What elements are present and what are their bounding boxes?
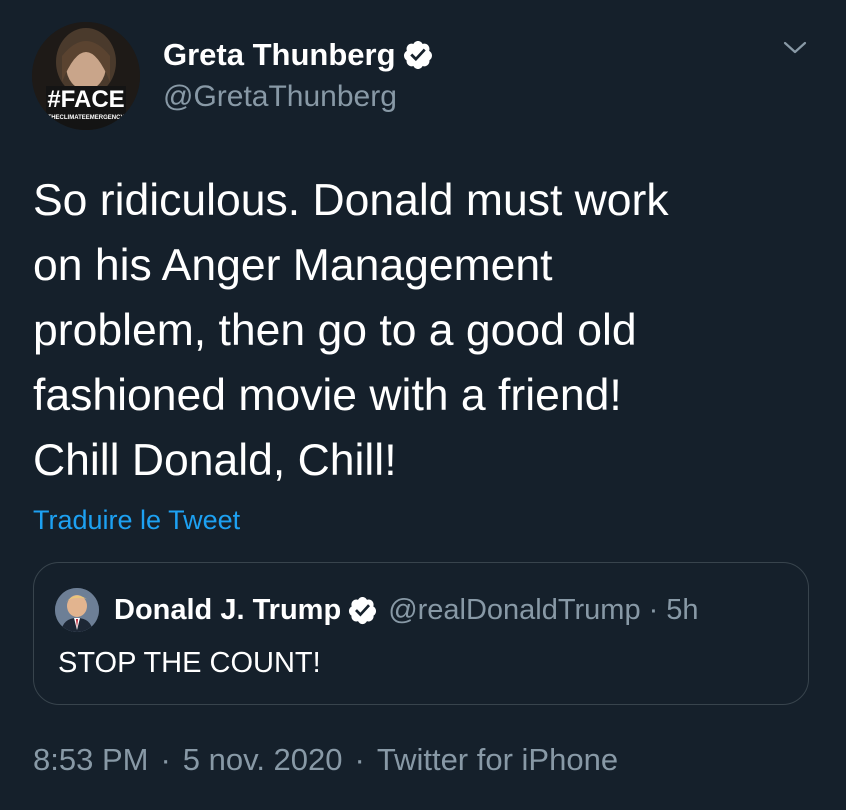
quoted-author-avatar[interactable] [55, 588, 99, 632]
quoted-header: Donald J. Trump @realDonaldTrump · 5h [114, 590, 699, 630]
verified-badge-icon [403, 41, 432, 69]
tweet-text-line: Chill Donald, Chill! [33, 436, 397, 485]
tweet-text-line: on his Anger Management [33, 241, 553, 290]
chevron-down-icon[interactable] [782, 38, 808, 58]
quoted-avatar-photo [55, 588, 99, 632]
tweet-time[interactable]: 8:53 PM [33, 742, 148, 778]
footer-separator: · [160, 742, 171, 777]
avatar-text-sub: THECLIMATEEMERGENCY [48, 115, 125, 121]
tweet-footer: 8:53 PM · 5 nov. 2020 · Twitter for iPho… [33, 742, 618, 778]
quoted-timestamp[interactable]: 5h [666, 594, 698, 627]
tweet-text: So ridiculous. Donald must work on his A… [33, 168, 813, 493]
author-handle[interactable]: @GretaThunberg [163, 80, 397, 114]
author-avatar[interactable]: #FACE THECLIMATEEMERGENCY [32, 22, 140, 130]
author-display-name[interactable]: Greta Thunberg [163, 37, 396, 73]
avatar-text-main: #FACE [47, 86, 124, 113]
footer-separator: · [354, 742, 365, 777]
avatar-photo: #FACE THECLIMATEEMERGENCY [32, 22, 140, 130]
tweet-text-line: problem, then go to a good old [33, 306, 637, 355]
tweet-text-line: fashioned movie with a friend! [33, 371, 622, 420]
quoted-handle[interactable]: @realDonaldTrump [388, 594, 640, 627]
quoted-tweet-card[interactable]: Donald J. Trump @realDonaldTrump · 5h ST… [33, 562, 809, 705]
quoted-tweet-text: STOP THE COUNT! [58, 647, 321, 679]
quoted-separator: · [648, 593, 659, 626]
tweet-source[interactable]: Twitter for iPhone [377, 742, 618, 778]
quoted-display-name[interactable]: Donald J. Trump [114, 594, 341, 627]
tweet-text-line: So ridiculous. Donald must work [33, 176, 669, 225]
author-name-row[interactable]: Greta Thunberg [163, 34, 434, 76]
verified-badge-icon [349, 596, 377, 624]
tweet-date[interactable]: 5 nov. 2020 [183, 742, 343, 778]
translate-tweet-link[interactable]: Traduire le Tweet [33, 505, 240, 536]
